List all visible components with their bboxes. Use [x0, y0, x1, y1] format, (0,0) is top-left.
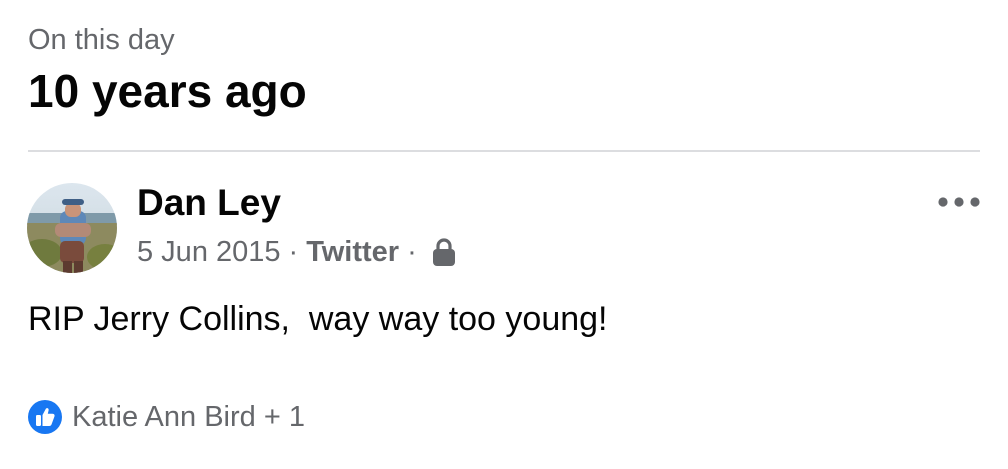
memory-header: On this day 10 years ago	[28, 22, 307, 120]
meta-separator: ·	[407, 235, 417, 268]
post-text: RIP Jerry Collins, way way too young!	[28, 300, 608, 338]
avatar[interactable]	[27, 183, 117, 273]
more-dots-icon	[938, 197, 980, 207]
meta-separator: ·	[288, 235, 299, 268]
post-date[interactable]: 5 Jun 2015	[137, 236, 281, 269]
lock-icon	[431, 237, 457, 267]
memory-title: 10 years ago	[28, 65, 307, 117]
author-name[interactable]: Dan Ley	[137, 180, 281, 226]
like-icon	[28, 400, 62, 434]
reactions-summary[interactable]: Katie Ann Bird + 1	[28, 398, 305, 436]
post-meta: 5 Jun 2015 · Twitter ·	[137, 233, 457, 271]
more-options-button[interactable]	[936, 185, 982, 219]
post-source: Twitter	[306, 235, 400, 268]
divider	[28, 150, 980, 152]
reaction-names: Katie Ann Bird + 1	[72, 400, 305, 433]
memory-subtitle: On this day	[28, 24, 175, 56]
